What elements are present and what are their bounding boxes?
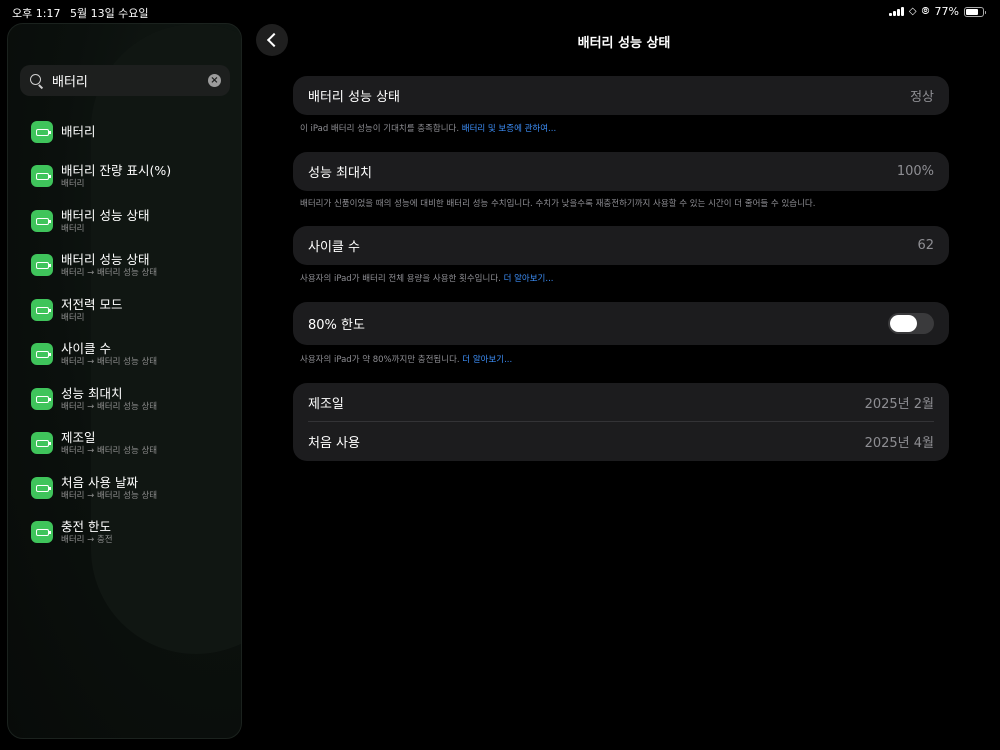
cycle-count-card: 사이클 수 62 bbox=[293, 226, 949, 265]
result-subtitle: 배터리 bbox=[61, 178, 85, 189]
first-use-row: 처음 사용 2025년 4월 bbox=[293, 422, 949, 461]
result-item-battery-health[interactable]: 배터리 성능 상태 배터리 bbox=[8, 201, 241, 241]
battery-app-icon bbox=[31, 388, 53, 410]
cycle-count-learn-more-link[interactable]: 더 알아보기... bbox=[504, 274, 554, 284]
result-subtitle: 배터리 → 배터리 성능 상태 bbox=[61, 267, 158, 278]
battery-dates-card: 제조일 2025년 2월 처음 사용 2025년 4월 bbox=[293, 383, 949, 461]
charge-limit-row: 80% 한도 bbox=[293, 302, 949, 345]
max-capacity-value: 100% bbox=[896, 164, 934, 179]
cycle-count-row: 사이클 수 62 bbox=[293, 226, 949, 265]
result-subtitle: 배터리 → 배터리 성능 상태 bbox=[61, 401, 158, 412]
result-subtitle: 배터리 → 배터리 성능 상태 bbox=[61, 356, 158, 367]
manufacture-date-value: 2025년 2월 bbox=[864, 397, 934, 412]
battery-icon bbox=[964, 6, 986, 17]
orientation-lock-icon: ⦾ bbox=[921, 6, 930, 17]
result-title: 제조일 bbox=[61, 429, 96, 445]
result-title: 배터리 성능 상태 bbox=[61, 207, 150, 223]
cycle-count-value: 62 bbox=[917, 238, 934, 253]
result-subtitle: 배터리 → 배터리 성능 상태 bbox=[61, 445, 158, 456]
battery-app-icon bbox=[31, 299, 53, 321]
result-title: 저전력 모드 bbox=[61, 296, 123, 312]
battery-health-value: 정상 bbox=[910, 90, 934, 105]
status-time: 오후 1:17 bbox=[12, 7, 61, 20]
search-icon bbox=[29, 73, 45, 89]
result-title: 성능 최대치 bbox=[61, 385, 123, 401]
result-subtitle: 배터리 bbox=[61, 312, 85, 323]
result-item-low-power-mode[interactable]: 저전력 모드 배터리 bbox=[8, 290, 241, 330]
result-title: 충전 한도 bbox=[61, 518, 111, 534]
result-title: 배터리 성능 상태 bbox=[61, 251, 150, 267]
result-item-charge-limit[interactable]: 충전 한도 배터리 → 충전 bbox=[8, 512, 241, 552]
battery-app-icon bbox=[31, 121, 53, 143]
result-item-manufacture-date[interactable]: 제조일 배터리 → 배터리 성능 상태 bbox=[8, 423, 241, 463]
battery-app-icon bbox=[31, 521, 53, 543]
cellular-signal-icon bbox=[889, 7, 904, 16]
result-item-battery-percentage[interactable]: 배터리 잔량 표시(%) 배터리 bbox=[8, 156, 241, 196]
charge-limit-label: 80% 한도 bbox=[308, 318, 365, 333]
result-subtitle: 배터리 → 충전 bbox=[61, 534, 113, 545]
search-input[interactable]: 배터리 bbox=[52, 71, 208, 90]
cycle-count-note: 사용자의 iPad가 배터리 전체 용량을 사용한 횟수입니다. 더 알아보기.… bbox=[300, 274, 554, 284]
status-bar: 오후 1:17 5월 13일 수요일 ◇ ⦾ 77% bbox=[0, 0, 1000, 22]
manufacture-date-label: 제조일 bbox=[308, 397, 344, 412]
result-item-first-use-date[interactable]: 처음 사용 날짜 배터리 → 배터리 성능 상태 bbox=[8, 468, 241, 508]
toggle-knob bbox=[890, 315, 917, 332]
result-item-battery[interactable]: 배터리 bbox=[8, 112, 241, 152]
charge-limit-note: 사용자의 iPad가 약 80%까지만 충전됩니다. 더 알아보기... bbox=[300, 355, 513, 365]
result-title: 배터리 bbox=[61, 124, 96, 139]
first-use-label: 처음 사용 bbox=[308, 436, 360, 451]
battery-app-icon bbox=[31, 165, 53, 187]
battery-app-icon bbox=[31, 343, 53, 365]
battery-health-card: 배터리 성능 상태 정상 bbox=[293, 76, 949, 115]
result-subtitle: 배터리 bbox=[61, 223, 85, 234]
battery-app-icon bbox=[31, 254, 53, 276]
max-capacity-note: 배터리가 신품이었을 때의 성능에 대비한 배터리 성능 수치입니다. 수치가 … bbox=[300, 199, 816, 209]
manufacture-date-row: 제조일 2025년 2월 bbox=[293, 383, 949, 422]
battery-health-label: 배터리 성능 상태 bbox=[308, 90, 400, 105]
battery-app-icon bbox=[31, 210, 53, 232]
battery-warranty-link[interactable]: 배터리 및 보증에 관하여... bbox=[462, 124, 556, 134]
result-title: 처음 사용 날짜 bbox=[61, 474, 138, 490]
result-title: 배터리 잔량 표시(%) bbox=[61, 162, 172, 178]
page-title: 배터리 성능 상태 bbox=[577, 36, 671, 51]
battery-app-icon bbox=[31, 432, 53, 454]
max-capacity-label: 성능 최대치 bbox=[308, 166, 372, 181]
search-field[interactable]: 배터리 × bbox=[20, 65, 230, 96]
status-date: 5월 13일 수요일 bbox=[69, 7, 149, 20]
result-item-cycle-count[interactable]: 사이클 수 배터리 → 배터리 성능 상태 bbox=[8, 334, 241, 374]
cycle-count-label: 사이클 수 bbox=[308, 240, 360, 255]
charge-limit-learn-more-link[interactable]: 더 알아보기... bbox=[462, 355, 512, 365]
max-capacity-row: 성능 최대치 100% bbox=[293, 152, 949, 191]
battery-percent: 77% bbox=[934, 5, 959, 18]
result-subtitle: 배터리 → 배터리 성능 상태 bbox=[61, 490, 158, 501]
result-item-battery-health-detail[interactable]: 배터리 성능 상태 배터리 → 배터리 성능 상태 bbox=[8, 245, 241, 285]
max-capacity-card: 성능 최대치 100% bbox=[293, 152, 949, 191]
wifi-icon: ◇ bbox=[908, 6, 917, 17]
sidebar: 배터리 × 배터리 배터리 잔량 표시(%) 배터리 배터리 성능 상태 배터리 배… bbox=[7, 23, 242, 739]
battery-app-icon bbox=[31, 477, 53, 499]
charge-limit-card: 80% 한도 bbox=[293, 302, 949, 345]
first-use-value: 2025년 4월 bbox=[864, 436, 934, 451]
charge-limit-toggle[interactable] bbox=[888, 313, 934, 334]
result-title: 사이클 수 bbox=[61, 340, 111, 356]
battery-health-note: 이 iPad 배터리 성능이 기대치를 충족합니다. 배터리 및 보증에 관하여… bbox=[300, 124, 557, 134]
clear-search-icon[interactable]: × bbox=[208, 74, 221, 87]
result-item-maximum-capacity[interactable]: 성능 최대치 배터리 → 배터리 성능 상태 bbox=[8, 379, 241, 419]
battery-health-row[interactable]: 배터리 성능 상태 정상 bbox=[293, 76, 949, 115]
